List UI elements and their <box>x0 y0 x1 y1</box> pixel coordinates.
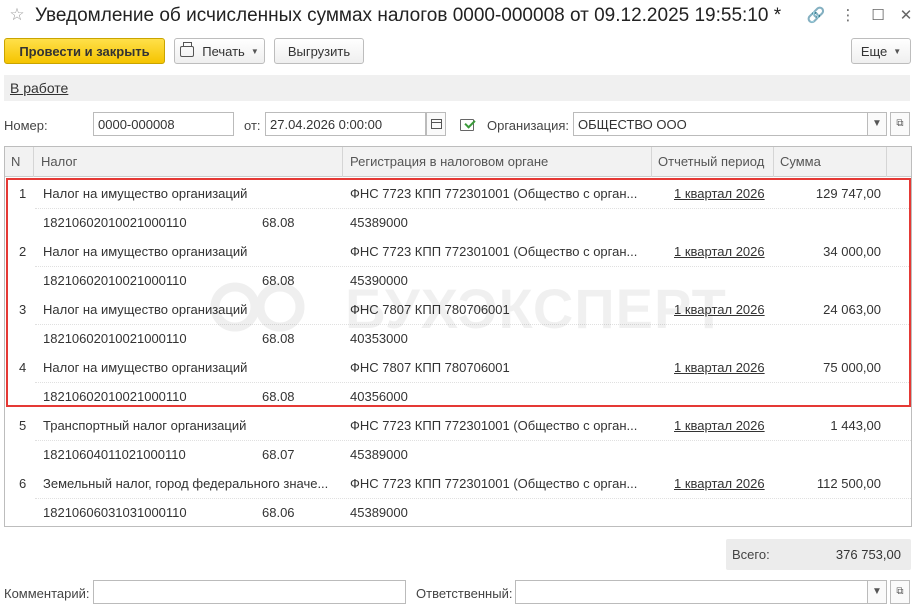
tax-authority: ФНС 7723 КПП 772301001 (Общество с орган… <box>350 186 638 201</box>
favorite-star-icon[interactable]: ☆ <box>8 6 26 24</box>
organization-open-button[interactable]: ⧉ <box>890 112 910 136</box>
kbk-code: 18210602010021000110 <box>43 389 187 404</box>
responsible-open-button[interactable]: ⧉ <box>890 580 910 604</box>
number-field[interactable]: 0000-000008 <box>93 112 234 136</box>
reporting-period-link[interactable]: 1 квартал 2026 <box>674 186 774 201</box>
responsible-field[interactable] <box>515 580 868 604</box>
date-field[interactable]: 27.04.2026 0:00:00 <box>265 112 426 136</box>
amount: 34 000,00 <box>823 244 881 259</box>
title-bar: ☆ Уведомление об исчисленных суммах нало… <box>0 0 922 32</box>
amount: 1 443,00 <box>830 418 881 433</box>
tax-name: Земельный налог, город федерального знач… <box>43 476 329 491</box>
reporting-period-link[interactable]: 1 квартал 2026 <box>674 244 774 259</box>
column-header-spacer <box>887 147 911 177</box>
row-number: 6 <box>19 476 27 491</box>
row-number: 3 <box>19 302 27 317</box>
table-row[interactable]: 6 Земельный налог, город федерального зна… <box>5 469 911 526</box>
kbk-code: 18210602010021000110 <box>43 215 187 230</box>
more-button[interactable]: Еще ▼ <box>851 38 911 64</box>
column-header-tax[interactable]: Налог <box>35 147 343 177</box>
row-number: 5 <box>19 418 27 433</box>
window-title: Уведомление об исчисленных суммах налого… <box>35 5 782 26</box>
toolbar: Провести и закрыть Печать ▼ Выгрузить Ещ… <box>0 38 922 66</box>
table-row[interactable]: 5 Транспортный налог организаций 182106040… <box>5 411 911 469</box>
tax-name: Налог на имущество организаций <box>43 360 248 375</box>
total-box: Всего: 376 753,00 <box>726 539 911 570</box>
more-button-label: Еще <box>860 43 888 59</box>
total-value: 376 753,00 <box>835 547 901 562</box>
tax-authority: ФНС 7723 КПП 772301001 (Общество с орган… <box>350 476 638 491</box>
table-header: N Налог Регистрация в налоговом органе О… <box>5 147 911 177</box>
table-row[interactable]: 1 Налог на имущество организаций 182106020… <box>5 179 911 237</box>
reporting-period-link[interactable]: 1 квартал 2026 <box>674 418 774 433</box>
more-icon[interactable]: ⋮ <box>838 6 858 26</box>
total-label: Всего: <box>732 547 770 562</box>
row-number: 2 <box>19 244 27 259</box>
account-code: 68.07 <box>262 447 295 462</box>
oktmo-code: 45389000 <box>350 505 408 520</box>
status-link[interactable]: В работе <box>10 80 68 96</box>
kbk-code: 18210604011021000110 <box>43 447 186 462</box>
reporting-period-link[interactable]: 1 квартал 2026 <box>674 360 774 375</box>
column-header-registration[interactable]: Регистрация в налоговом органе <box>344 147 652 177</box>
row-number: 1 <box>19 186 27 201</box>
chevron-down-icon: ▼ <box>250 46 259 56</box>
print-button[interactable]: Печать ▼ <box>174 38 265 64</box>
tax-name: Налог на имущество организаций <box>43 186 248 201</box>
tax-authority: ФНС 7723 КПП 772301001 (Общество с орган… <box>350 418 638 433</box>
row-separator <box>35 266 911 267</box>
tax-authority: ФНС 7723 КПП 772301001 (Общество с орган… <box>350 244 638 259</box>
amount: 129 747,00 <box>815 186 881 201</box>
post-and-close-button[interactable]: Провести и закрыть <box>4 38 165 64</box>
export-button[interactable]: Выгрузить <box>274 38 364 64</box>
tax-authority: ФНС 7807 КПП 780706001 <box>350 360 510 375</box>
chevron-down-icon: ▼ <box>893 46 902 56</box>
kbk-code: 18210602010021000110 <box>43 331 187 346</box>
row-number: 4 <box>19 360 27 375</box>
maximize-icon[interactable]: ☐ <box>868 6 888 26</box>
amount: 24 063,00 <box>823 302 881 317</box>
print-button-label: Печать <box>202 43 245 59</box>
calendar-icon <box>430 119 442 129</box>
close-icon[interactable]: ✕ <box>896 6 916 26</box>
amount: 75 000,00 <box>823 360 881 375</box>
organization-label: Организация: <box>487 118 570 133</box>
date-label: от: <box>244 118 261 133</box>
oktmo-code: 45389000 <box>350 447 408 462</box>
account-code: 68.08 <box>262 331 295 346</box>
row-separator <box>35 208 911 209</box>
link-icon[interactable]: 🔗 <box>806 6 826 26</box>
column-header-n[interactable]: N <box>5 147 34 177</box>
kbk-code: 18210606031031000110 <box>43 505 187 520</box>
document-check-icon[interactable] <box>460 117 476 131</box>
reporting-period-link[interactable]: 1 квартал 2026 <box>674 476 774 491</box>
row-separator <box>35 382 911 383</box>
watermark-text: БУХЭКСПЕРТ <box>345 277 727 340</box>
table-row[interactable]: 4 Налог на имущество организаций 182106020… <box>5 353 911 411</box>
responsible-label: Ответственный: <box>416 586 513 601</box>
amount: 112 500,00 <box>816 476 881 491</box>
oktmo-code: 40356000 <box>350 389 408 404</box>
organization-dropdown-button[interactable]: ▼ <box>867 112 887 136</box>
number-label: Номер: <box>4 118 48 133</box>
printer-icon <box>180 41 195 57</box>
tax-name: Налог на имущество организаций <box>43 244 248 259</box>
row-separator <box>35 498 911 499</box>
calendar-button[interactable] <box>426 112 446 136</box>
row-separator <box>35 440 911 441</box>
oktmo-code: 45389000 <box>350 215 408 230</box>
account-code: 68.08 <box>262 389 295 404</box>
column-header-sum[interactable]: Сумма <box>774 147 887 177</box>
comment-label: Комментарий: <box>4 586 90 601</box>
account-code: 68.06 <box>262 505 295 520</box>
watermark-logo <box>210 282 305 332</box>
status-bar: В работе <box>4 75 910 101</box>
account-code: 68.08 <box>262 215 295 230</box>
tax-name: Транспортный налог организаций <box>43 418 247 433</box>
column-header-period[interactable]: Отчетный период <box>652 147 774 177</box>
responsible-dropdown-button[interactable]: ▼ <box>867 580 887 604</box>
comment-field[interactable] <box>93 580 406 604</box>
organization-field[interactable]: ОБЩЕСТВО ООО <box>573 112 868 136</box>
